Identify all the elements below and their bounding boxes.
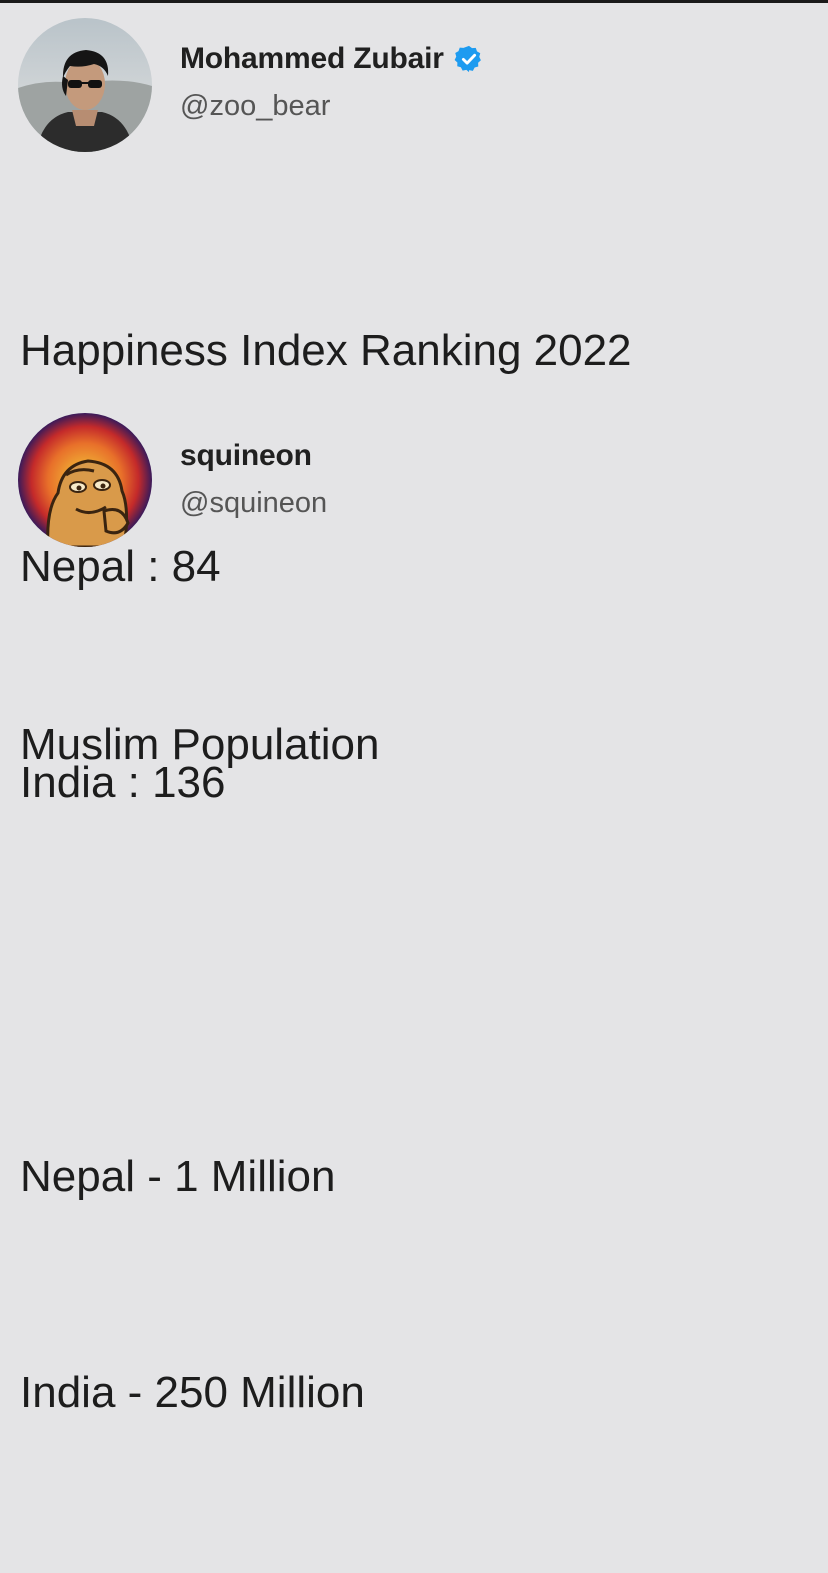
tweet-text-line: India - 250 Million [20, 1368, 365, 1417]
author-block: squineon @squineon [180, 439, 327, 520]
author-block: Mohammed Zubair @zoo_bear [180, 42, 484, 123]
cartoon-avatar-icon [18, 413, 152, 547]
tweet-header: squineon @squineon [18, 413, 808, 553]
author-name[interactable]: Mohammed Zubair [180, 42, 444, 76]
verified-badge-icon [454, 45, 482, 73]
tweet-text-line: Nepal - 1 Million [20, 1152, 336, 1201]
avatar[interactable] [18, 18, 152, 152]
tweet-header: Mohammed Zubair @zoo_bear [18, 18, 808, 158]
profile-photo-icon [18, 18, 152, 152]
author-name[interactable]: squineon [180, 439, 312, 473]
tweet-text: Muslim Population Nepal - 1 Million Indi… [20, 565, 380, 1573]
top-edge-strip [0, 0, 828, 3]
author-handle[interactable]: @squineon [180, 487, 327, 520]
tweet-text-line: Muslim Population [20, 720, 380, 769]
avatar[interactable] [18, 413, 152, 547]
author-handle[interactable]: @zoo_bear [180, 90, 484, 123]
tweet-text-line: Happiness Index Ranking 2022 [20, 326, 632, 375]
